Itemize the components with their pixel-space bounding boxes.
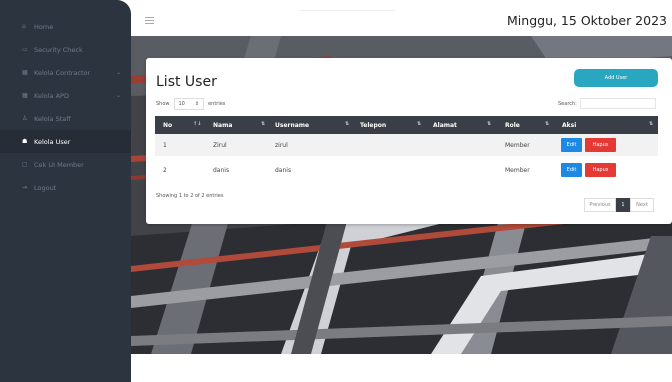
show-label: Show <box>156 101 170 107</box>
delete-button[interactable]: Hapus <box>585 163 616 177</box>
user-list-card: List User Add User Show 10 ⇕ entries Sea… <box>146 58 672 224</box>
select-arrow-icon: ⇕ <box>194 101 200 107</box>
sidebar-top-spacer <box>0 0 131 15</box>
sidebar-item-kelola-contractor[interactable]: ▦ Kelola Contractor ⌄ <box>0 61 131 84</box>
sidebar-item-label: Kelola Contractor <box>34 68 91 77</box>
table-row: 1 Zirul zirul Member Edit Hapus <box>155 134 658 156</box>
table-search: Search: <box>558 98 656 109</box>
page-1-button[interactable]: 1 <box>616 198 630 212</box>
sidebar-item-kelola-user[interactable]: ☗ Kelola User <box>0 130 131 153</box>
sidebar-item-security-check[interactable]: ▭ Security Check <box>0 38 131 61</box>
column-header-username[interactable]: Username <box>275 116 309 134</box>
cell-username: danis <box>275 167 292 174</box>
sort-icon: ⇅ <box>649 121 654 127</box>
delete-button[interactable]: Hapus <box>585 138 616 152</box>
entries-length-control: Show 10 ⇕ entries <box>156 98 225 110</box>
monitor-icon: ▢ <box>22 161 28 168</box>
cell-nama: Zirul <box>213 142 227 149</box>
column-header-role[interactable]: Role <box>505 116 520 134</box>
search-input[interactable] <box>579 98 656 109</box>
cell-username: zirul <box>275 142 288 149</box>
chevron-down-icon: ⌄ <box>115 92 121 99</box>
edit-button[interactable]: Edit <box>561 163 582 177</box>
user-icon: ♙ <box>22 115 28 122</box>
entries-select[interactable]: 10 ⇕ <box>173 98 205 110</box>
previous-page-button[interactable]: Previous <box>584 198 616 212</box>
sidebar-item-label: Home <box>34 22 54 31</box>
sort-icon: ↑↓ <box>193 121 202 127</box>
hamburger-menu-icon[interactable] <box>145 17 154 24</box>
sidebar-item-label: Kelola APD <box>34 91 69 100</box>
sidebar-item-label: Kelola User <box>34 137 71 146</box>
grid-icon: ▦ <box>22 69 28 76</box>
sidebar-item-kelola-apd[interactable]: ▦ Kelola APD ⌄ <box>0 84 131 107</box>
search-label: Search: <box>558 100 577 107</box>
add-user-button[interactable]: Add User <box>574 69 658 87</box>
edit-button[interactable]: Edit <box>561 138 582 152</box>
entries-select-value: 10 <box>178 101 185 107</box>
pagination: Previous 1 Next <box>584 198 654 212</box>
current-date: Minggu, 15 Oktober 2023 <box>507 13 667 28</box>
sidebar-item-label: Security Check <box>34 45 83 54</box>
sidebar-item-home[interactable]: ⌂ Home <box>0 15 131 38</box>
sidebar-item-label: Logout <box>34 183 57 192</box>
cell-role: Member <box>505 167 530 174</box>
sidebar-item-logout[interactable]: ⇥ Logout <box>0 176 131 199</box>
cell-nama: danis <box>213 167 230 174</box>
table-row: 2 danis danis Member Edit Hapus <box>155 159 658 181</box>
sort-icon: ⇅ <box>345 121 350 127</box>
users-icon: ☗ <box>22 138 28 145</box>
column-header-telepon[interactable]: Telepon <box>360 116 386 134</box>
shield-icon: ▭ <box>22 46 28 53</box>
table-info: Showing 1 to 2 of 2 entries <box>156 193 224 199</box>
column-header-alamat[interactable]: Alamat <box>433 116 457 134</box>
table-header: No ↑↓ Nama ⇅ Username ⇅ Telepon ⇅ Alamat… <box>155 116 658 134</box>
topbar: Minggu, 15 Oktober 2023 <box>131 0 672 36</box>
next-page-button[interactable]: Next <box>630 198 654 212</box>
sidebar-item-cek-ui-member[interactable]: ▢ Cek UI Member <box>0 153 131 176</box>
column-header-nama[interactable]: Nama <box>213 116 232 134</box>
sort-icon: ⇅ <box>261 121 266 127</box>
sort-icon: ⇅ <box>545 121 550 127</box>
grid-icon: ▦ <box>22 92 28 99</box>
page-title: List User <box>156 74 217 90</box>
sort-icon: ⇅ <box>417 121 422 127</box>
cell-no: 2 <box>163 167 167 174</box>
column-header-no[interactable]: No <box>163 116 172 134</box>
sidebar: ⌂ Home ▭ Security Check ▦ Kelola Contrac… <box>0 0 131 382</box>
sidebar-item-label: Cek UI Member <box>34 160 84 169</box>
sidebar-item-kelola-staff[interactable]: ♙ Kelola Staff <box>0 107 131 130</box>
column-header-aksi[interactable]: Aksi <box>562 116 576 134</box>
chevron-down-icon: ⌄ <box>115 69 121 76</box>
home-icon: ⌂ <box>22 23 26 30</box>
entries-label: entries <box>208 101 226 107</box>
cell-role: Member <box>505 142 530 149</box>
page-footer <box>131 354 672 382</box>
topbar-divider <box>299 10 395 11</box>
sidebar-item-label: Kelola Staff <box>34 114 71 123</box>
sort-icon: ⇅ <box>487 121 492 127</box>
cell-no: 1 <box>163 142 167 149</box>
logout-icon: ⇥ <box>22 184 28 191</box>
